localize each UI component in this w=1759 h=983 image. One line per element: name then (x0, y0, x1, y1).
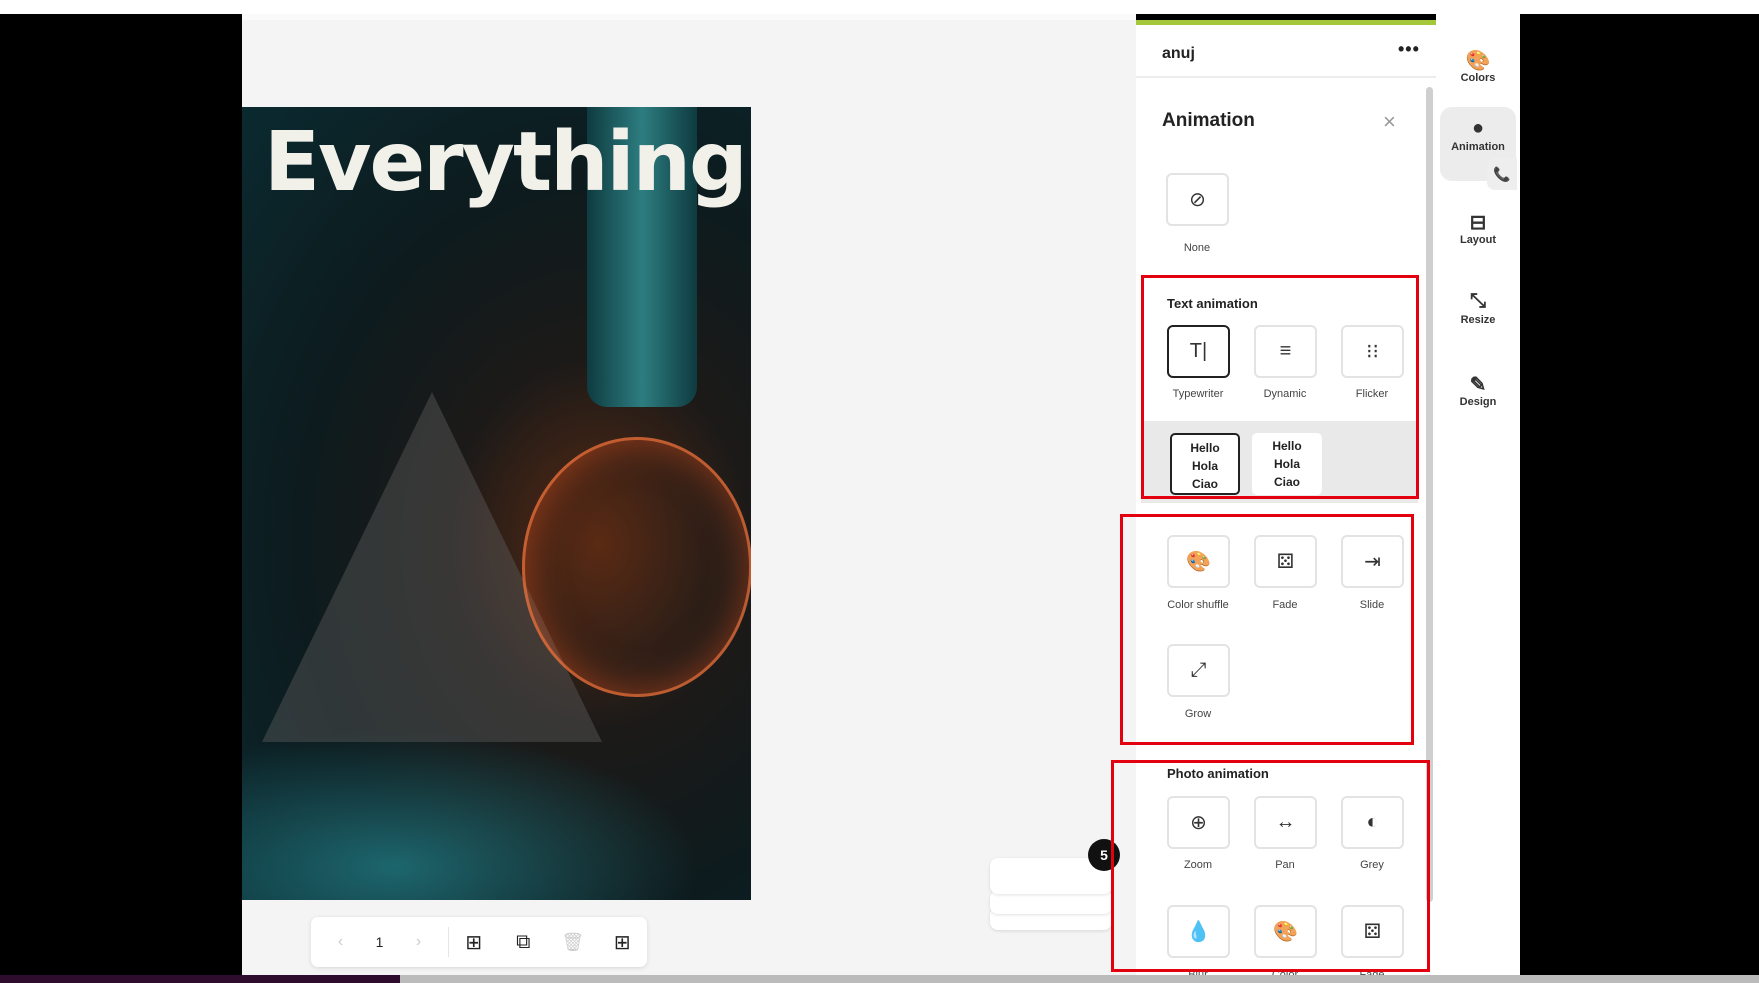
animation-icon: ● (1471, 117, 1485, 139)
grid-icon[interactable]: ⊞ (598, 930, 648, 955)
rail-layout[interactable]: ⊟ Layout (1440, 200, 1516, 274)
page-number: 1 (375, 934, 384, 950)
ban-icon: ⊘ (1189, 189, 1206, 211)
page-toolbar: ‹ 1 › ⊞ ⧉ 🗑 ⊞ (311, 917, 647, 967)
top-bar (0, 0, 1759, 14)
poster-headline[interactable]: Everything (264, 115, 748, 210)
poster-page[interactable]: Everything (242, 107, 751, 900)
resize-icon: ⤡ (1470, 290, 1486, 312)
screen-border (1520, 14, 1759, 975)
progress-strip (0, 975, 400, 983)
panel-header: anuj ••• (1136, 25, 1436, 78)
phone-call-icon[interactable]: 📞 (1487, 158, 1517, 190)
rail-resize[interactable]: ⤡ Resize (1440, 280, 1516, 354)
highlight-box (1120, 514, 1414, 745)
user-name: anuj (1162, 45, 1195, 62)
close-icon[interactable]: × (1383, 109, 1396, 135)
add-page-icon[interactable]: ⊞ (449, 930, 499, 955)
rail-label: Layout (1459, 234, 1497, 246)
none-label: None (1183, 242, 1211, 254)
magic-wand-icon: ✎ (1469, 374, 1487, 396)
rail-label: Design (1459, 396, 1497, 408)
highlight-box (1111, 760, 1430, 972)
light-bulb-image (522, 437, 751, 697)
palette-icon: 🎨 (1465, 50, 1491, 72)
rail-design[interactable]: ✎ Design (1440, 362, 1516, 436)
rail-label: Animation (1451, 141, 1505, 153)
bottom-bar (0, 975, 1759, 983)
chevron-right-icon[interactable]: › (389, 933, 448, 951)
animation-none-button[interactable]: ⊘ (1166, 173, 1229, 226)
trash-icon[interactable]: 🗑 (548, 932, 598, 953)
layout-icon: ⊟ (1469, 212, 1487, 234)
rail-label: Colors (1460, 72, 1496, 84)
duplicate-icon[interactable]: ⧉ (499, 931, 549, 954)
rail-colors[interactable]: 🎨 Colors (1440, 38, 1516, 112)
rail-label: Resize (1460, 314, 1496, 326)
highlight-box (1141, 275, 1419, 499)
animation-panel: anuj ••• Animation × ⊘ None Hello Hola C… (1111, 20, 1436, 981)
chevron-left-icon[interactable]: ‹ (311, 933, 370, 951)
panel-title: Animation (1162, 110, 1255, 131)
more-options-icon[interactable]: ••• (1398, 39, 1420, 60)
